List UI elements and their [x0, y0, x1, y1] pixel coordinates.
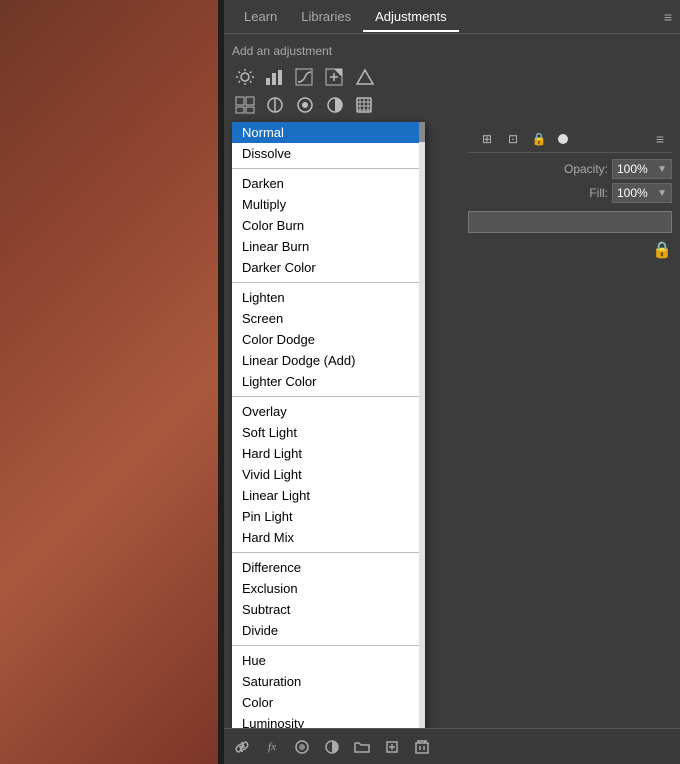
blend-item-overlay[interactable]: Overlay — [232, 401, 425, 422]
tab-bar: Learn Libraries Adjustments ≡ — [224, 0, 680, 34]
opacity-arrow: ▼ — [657, 164, 667, 175]
curves-icon[interactable] — [292, 66, 318, 88]
fill-label: Fill: — [468, 186, 612, 200]
blend-item-divide[interactable]: Divide — [232, 620, 425, 641]
add-mask-icon[interactable] — [290, 735, 314, 759]
main-panel: Learn Libraries Adjustments ≡ Add an adj… — [224, 0, 680, 764]
gradient-map-icon[interactable] — [352, 66, 378, 88]
blend-item-lighter-color[interactable]: Lighter Color — [232, 371, 425, 392]
layer-name-area[interactable] — [468, 211, 672, 233]
blend-item-vivid-light[interactable]: Vivid Light — [232, 464, 425, 485]
new-layer-icon[interactable] — [380, 735, 404, 759]
blend-item-normal[interactable]: Normal — [232, 122, 425, 143]
transform-icon[interactable]: ⊡ — [502, 130, 524, 148]
fill-value[interactable]: 100% ▼ — [612, 183, 672, 203]
levels-icon[interactable] — [262, 66, 288, 88]
fx-icon[interactable]: fx — [260, 735, 284, 759]
blend-item-color-burn[interactable]: Color Burn — [232, 215, 425, 236]
blend-item-darken[interactable]: Darken — [232, 173, 425, 194]
photo-filter-icon[interactable] — [352, 94, 378, 116]
opacity-fill-panel: ⊞ ⊡ 🔒 ≡ Opacity: 100% ▼ Fill: 100% ▼ 🔒 — [460, 120, 680, 239]
fill-number: 100% — [617, 186, 648, 200]
blend-item-darker-color[interactable]: Darker Color — [232, 257, 425, 278]
brightness-icon[interactable] — [232, 66, 258, 88]
blend-item-linear-dodge[interactable]: Linear Dodge (Add) — [232, 350, 425, 371]
blend-item-hue[interactable]: Hue — [232, 650, 425, 671]
separator-1 — [232, 168, 425, 169]
blend-item-dissolve[interactable]: Dissolve — [232, 143, 425, 164]
tab-learn[interactable]: Learn — [232, 3, 289, 30]
blend-item-linear-light[interactable]: Linear Light — [232, 485, 425, 506]
opacity-label: Opacity: — [468, 162, 612, 176]
blend-item-exclusion[interactable]: Exclusion — [232, 578, 425, 599]
blend-item-color-dodge[interactable]: Color Dodge — [232, 329, 425, 350]
layers-icons-row: ⊞ ⊡ 🔒 ≡ — [468, 126, 672, 153]
blend-item-linear-burn[interactable]: Linear Burn — [232, 236, 425, 257]
blend-mode-dropdown[interactable]: Normal Dissolve Darken Multiply Color Bu… — [232, 122, 425, 734]
opacity-row: Opacity: 100% ▼ — [468, 159, 672, 179]
color-balance-icon[interactable] — [292, 94, 318, 116]
link-layers-icon[interactable] — [230, 735, 254, 759]
separator-4 — [232, 552, 425, 553]
icon-row-2 — [232, 94, 672, 116]
opacity-value[interactable]: 100% ▼ — [612, 159, 672, 179]
fill-arrow: ▼ — [657, 188, 667, 199]
lock-icon[interactable]: 🔒 — [528, 130, 550, 148]
separator-2 — [232, 282, 425, 283]
fill-row: Fill: 100% ▼ — [468, 183, 672, 203]
panel-menu-icon[interactable]: ≡ — [656, 131, 664, 147]
tab-adjustments[interactable]: Adjustments — [363, 3, 459, 32]
blend-item-screen[interactable]: Screen — [232, 308, 425, 329]
blend-item-pin-light[interactable]: Pin Light — [232, 506, 425, 527]
blend-item-multiply[interactable]: Multiply — [232, 194, 425, 215]
separator-3 — [232, 396, 425, 397]
exposure-icon[interactable] — [322, 66, 348, 88]
blend-item-hard-mix[interactable]: Hard Mix — [232, 527, 425, 548]
adjustment-icon[interactable] — [320, 735, 344, 759]
hdr-toning-icon[interactable] — [232, 94, 258, 116]
lock-indicator: 🔒 — [652, 240, 672, 260]
blend-item-saturation[interactable]: Saturation — [232, 671, 425, 692]
tab-libraries[interactable]: Libraries — [289, 3, 363, 30]
blend-item-difference[interactable]: Difference — [232, 557, 425, 578]
blend-item-color[interactable]: Color — [232, 692, 425, 713]
blend-item-lighten[interactable]: Lighten — [232, 287, 425, 308]
add-adjustment-label: Add an adjustment — [232, 44, 672, 58]
opacity-number: 100% — [617, 162, 648, 176]
hue-saturation-icon[interactable] — [262, 94, 288, 116]
blend-item-soft-light[interactable]: Soft Light — [232, 422, 425, 443]
separator-5 — [232, 645, 425, 646]
folder-icon[interactable] — [350, 735, 374, 759]
blend-item-subtract[interactable]: Subtract — [232, 599, 425, 620]
layer-dot — [558, 134, 568, 144]
icon-row-1 — [232, 66, 672, 88]
blend-scrollbar-thumb[interactable] — [419, 122, 425, 142]
bottom-toolbar: fx — [224, 728, 680, 764]
blend-scrollbar[interactable] — [419, 122, 425, 734]
delete-layer-icon[interactable] — [410, 735, 434, 759]
link-icon[interactable]: ⊞ — [476, 130, 498, 148]
blend-item-hard-light[interactable]: Hard Light — [232, 443, 425, 464]
image-canvas — [0, 0, 218, 764]
black-white-icon[interactable] — [322, 94, 348, 116]
tab-menu-icon[interactable]: ≡ — [664, 9, 672, 25]
